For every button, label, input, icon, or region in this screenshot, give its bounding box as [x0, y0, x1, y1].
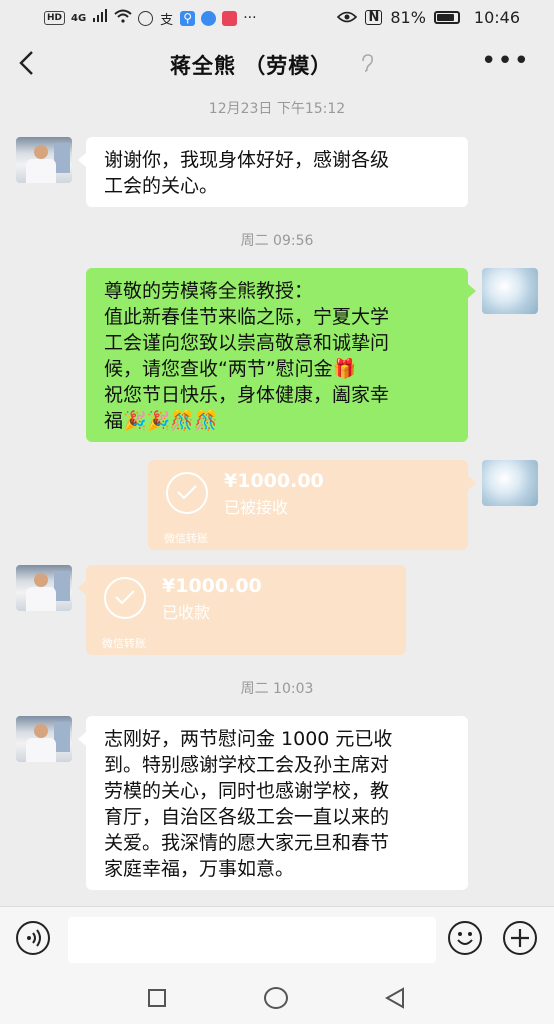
message-text: 志刚好，两节慰问金 1000 元已收 到。特别感谢学校工会及孙主席对 劳模的关心…	[104, 728, 393, 880]
triangle-back-icon[interactable]	[384, 987, 406, 1013]
chat-header: 蒋全熊 （劳模） •••	[0, 36, 554, 92]
plus-icon[interactable]	[503, 921, 537, 955]
app-icon-2: 支	[160, 12, 174, 28]
square-icon[interactable]	[148, 989, 166, 1007]
transfer-status: 已被接收	[224, 498, 289, 517]
more-notifications-icon: ···	[243, 10, 257, 26]
more-dots-icon[interactable]: •••	[481, 46, 530, 76]
message-bubble-sent[interactable]: 尊敬的劳模蒋全熊教授： 值此新春佳节来临之际，宁夏大学 工会谨向您致以崇高敬意和…	[86, 268, 476, 442]
ear-icon	[360, 54, 374, 76]
emoji-icon[interactable]	[448, 921, 482, 955]
battery-icon	[433, 11, 460, 24]
chevron-left-icon[interactable]	[18, 50, 38, 76]
status-bar: HD 4G 支 ⚲ ··· N 81% 10:46	[0, 0, 554, 36]
battery-percent: 81%	[390, 8, 426, 27]
transfer-footer: 微信转账	[164, 532, 208, 545]
voice-icon[interactable]	[16, 921, 50, 955]
transfer-card-sent[interactable]: ¥1000.00 已被接收 微信转账	[148, 460, 476, 550]
nfc-icon: N	[365, 10, 383, 25]
message-timestamp: 12月23日 下午15:12	[208, 101, 346, 117]
transfer-amount: ¥1000.00	[162, 575, 262, 597]
eye-icon	[337, 8, 358, 27]
signal-icon	[92, 9, 108, 27]
check-circle-icon	[166, 472, 208, 514]
status-left-icons: HD 4G 支 ⚲ ···	[44, 9, 257, 28]
circle-icon[interactable]	[264, 987, 288, 1009]
hd-badge: HD	[44, 11, 66, 25]
message-bubble-received[interactable]: 谢谢你，我现身体好好，感谢各级 工会的关心。	[78, 137, 468, 207]
message-bubble-received[interactable]: 志刚好，两节慰问金 1000 元已收 到。特别感谢学校工会及孙主席对 劳模的关心…	[78, 716, 468, 890]
transfer-amount: ¥1000.00	[224, 470, 324, 492]
message-text: 尊敬的劳模蒋全熊教授： 值此新春佳节来临之际，宁夏大学 工会谨向您致以崇高敬意和…	[104, 280, 390, 432]
contact-avatar[interactable]	[16, 716, 72, 762]
book-app-icon	[222, 10, 238, 26]
contact-avatar[interactable]	[16, 137, 72, 183]
clock: 10:46	[473, 8, 520, 27]
transfer-status: 已收款	[162, 603, 211, 622]
message-timestamp: 周二 09:56	[240, 233, 314, 249]
self-avatar[interactable]	[482, 268, 538, 314]
search-app-icon: ⚲	[180, 10, 196, 26]
message-input[interactable]	[68, 917, 436, 963]
wifi-icon	[114, 9, 132, 27]
transfer-card-received[interactable]: ¥1000.00 已收款 微信转账	[78, 565, 406, 655]
contact-avatar[interactable]	[16, 565, 72, 611]
check-circle-icon	[104, 577, 146, 619]
self-avatar[interactable]	[482, 460, 538, 506]
network-type: 4G	[71, 12, 87, 24]
browser-app-icon	[201, 10, 217, 26]
app-icon-1	[138, 10, 154, 26]
system-nav-bar	[0, 970, 554, 1024]
message-text: 谢谢你，我现身体好好，感谢各级 工会的关心。	[104, 149, 390, 197]
transfer-footer: 微信转账	[102, 637, 146, 650]
message-timestamp: 周二 10:03	[240, 681, 314, 697]
input-bar	[0, 906, 554, 971]
chat-title: 蒋全熊 （劳模）	[170, 54, 333, 78]
status-right: N 81% 10:46	[337, 8, 520, 27]
